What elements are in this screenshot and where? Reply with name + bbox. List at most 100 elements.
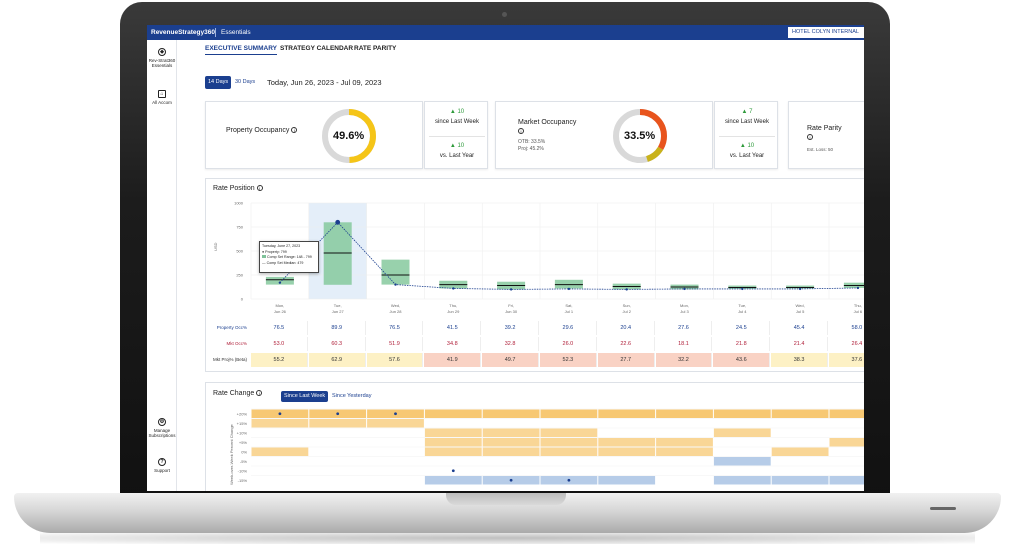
range-14-days-button[interactable]: 14 Days [205, 76, 232, 89]
property-change-point [336, 412, 340, 416]
since-yesterday-button[interactable]: Since Yesterday [329, 391, 374, 402]
y-tick-label: +10% [237, 430, 248, 435]
rate-change-title: Rate Change i [213, 390, 263, 397]
laptop-shadow [40, 532, 975, 544]
sidebar-item-support[interactable]: ? Support [147, 458, 177, 473]
heatmap-cell [656, 447, 713, 456]
brand-name: RevenueStrategy360 [151, 29, 215, 36]
property-rate-point [335, 219, 341, 225]
table-cell: 55.2 [251, 353, 308, 367]
info-icon[interactable]: i [807, 134, 813, 141]
since-last-week-button[interactable]: Since Last Week [281, 391, 329, 402]
property-rate-point [567, 287, 571, 291]
sidebar-item-subscriptions[interactable]: ⚙ Manage Subscriptions [147, 418, 177, 438]
tooltip-median-text: Comp Set Median: 479 [266, 260, 304, 265]
table-cell: 26.4 [829, 337, 864, 351]
heatmap-cell [829, 409, 864, 418]
info-icon[interactable]: i [291, 127, 298, 134]
hotel-selector[interactable]: HOTEL COLYN INTERNAL [788, 27, 864, 38]
y-tick-label: 500 [236, 249, 243, 254]
x-tick-dow: Sat, [565, 303, 572, 308]
delta-label: since Last Week [435, 119, 479, 125]
market-occupancy-label: Market Occupancy i [518, 118, 578, 136]
sidebar-item-label: Rev-Strat360 Essentials [148, 58, 176, 68]
market-occupancy-text: Market Occupancy [518, 119, 577, 126]
sidebar-item-all-accom[interactable]: ⌂ All Accom [147, 90, 177, 105]
table-cell: 21.4 [771, 337, 828, 351]
delta-number: 7 [749, 109, 753, 115]
y-tick-label: +15% [237, 421, 248, 426]
delta-label: vs. Last Year [729, 153, 765, 159]
heatmap-cell [251, 419, 309, 428]
table-cell: 27.7 [597, 353, 655, 367]
tab-strategy-calendar[interactable]: STRATEGY CALENDAR [280, 45, 353, 52]
table-cell: 26.0 [540, 337, 597, 351]
range-30-days-button[interactable]: 30 Days [232, 76, 258, 89]
info-icon[interactable]: i [256, 390, 263, 397]
divider [429, 136, 485, 137]
x-tick-dow: Wed, [391, 303, 400, 308]
property-change-point [278, 412, 282, 416]
table-cell: 32.8 [482, 337, 539, 351]
compass-icon: ◆ [158, 48, 166, 56]
comp-set-range-box [323, 222, 352, 285]
market-otb: OTB: 33.5% [518, 139, 546, 145]
table-cell: 76.5 [366, 321, 424, 335]
table-cell: 38.3 [771, 353, 828, 367]
property-rate-point [856, 286, 860, 290]
comp-set-range-box [381, 259, 410, 285]
y-tick-label: -5% [240, 459, 248, 464]
y-axis-label: Week-over-Week Percent Change [229, 423, 234, 485]
tab-executive-summary[interactable]: EXECUTIVE SUMMARY [205, 45, 277, 55]
laptop-notch [446, 493, 566, 505]
brand-divider [215, 28, 216, 37]
tooltip-property-text: Property: 799 [265, 249, 287, 254]
table-cell: 62.9 [308, 353, 366, 367]
property-change-point [394, 412, 397, 416]
home-icon: ⌂ [158, 90, 166, 98]
laptop-led [930, 507, 956, 510]
heatmap-cell [482, 409, 540, 418]
table-cell: 53.0 [251, 337, 308, 351]
property-delta-card: ▲ 10 since Last Week ▲ 10 vs. Last Year [424, 101, 488, 169]
info-icon[interactable]: i [256, 185, 263, 192]
heatmap-cell [424, 447, 482, 456]
table-cell: 76.5 [251, 321, 308, 335]
help-icon: ? [158, 458, 166, 466]
heatmap-cell [482, 447, 540, 456]
market-occupancy-card: Market Occupancy i OTB: 33.5% Proj: 45.2… [495, 101, 713, 169]
table-cell: 89.9 [308, 321, 366, 335]
delta-up-value: ▲ 10 [449, 143, 465, 149]
sidebar-item-revstrat[interactable]: ◆ Rev-Strat360 Essentials [147, 48, 177, 68]
heatmap-cell [713, 457, 771, 466]
info-icon[interactable]: i [518, 128, 524, 135]
date-range-label: Today, Jun 26, 2023 - Jul 09, 2023 [267, 78, 382, 87]
heatmap-cell [656, 438, 713, 447]
property-rate-point [452, 287, 455, 290]
tab-rate-parity[interactable]: RATE PARITY [354, 45, 396, 52]
table-cell: 21.8 [713, 337, 771, 351]
table-cell: 58.0 [829, 321, 864, 335]
y-axis-label: USD [213, 242, 218, 251]
rate-change-heatmap: +20% +15% +10% +5% 0% -5% -10% -15% Week-over-We… [229, 408, 864, 485]
x-tick-date: Jul 4 [738, 309, 747, 314]
row-label: Mkt Proj% (Beta) [212, 357, 247, 362]
delta-up-value: ▲ 10 [739, 143, 755, 149]
top-bar: RevenueStrategy360 Essentials HOTEL COLY… [147, 25, 864, 40]
market-delta-card: ▲ 7 since Last Week ▲ 10 vs. Last Year [714, 101, 778, 169]
rate-position-title: Rate Position i [213, 185, 263, 192]
tooltip-median: — Comp Set Median: 479 [262, 260, 304, 265]
table-cell: 20.4 [597, 321, 655, 335]
property-occupancy-value: 49.6% [333, 130, 365, 142]
x-tick-date: Jun 30 [505, 309, 518, 314]
x-tick-dow: Thu, [854, 303, 862, 308]
heatmap-cell [713, 476, 771, 485]
table-cell: 60.3 [308, 337, 366, 351]
x-tick-dow: Sun, [623, 303, 631, 308]
property-change-point [567, 478, 571, 482]
y-tick-label: 0% [241, 449, 247, 454]
y-tick-label: +20% [237, 411, 248, 416]
heatmap-cell [309, 419, 367, 428]
x-tick-dow: Mon, [275, 303, 284, 308]
property-change-point [509, 478, 513, 482]
